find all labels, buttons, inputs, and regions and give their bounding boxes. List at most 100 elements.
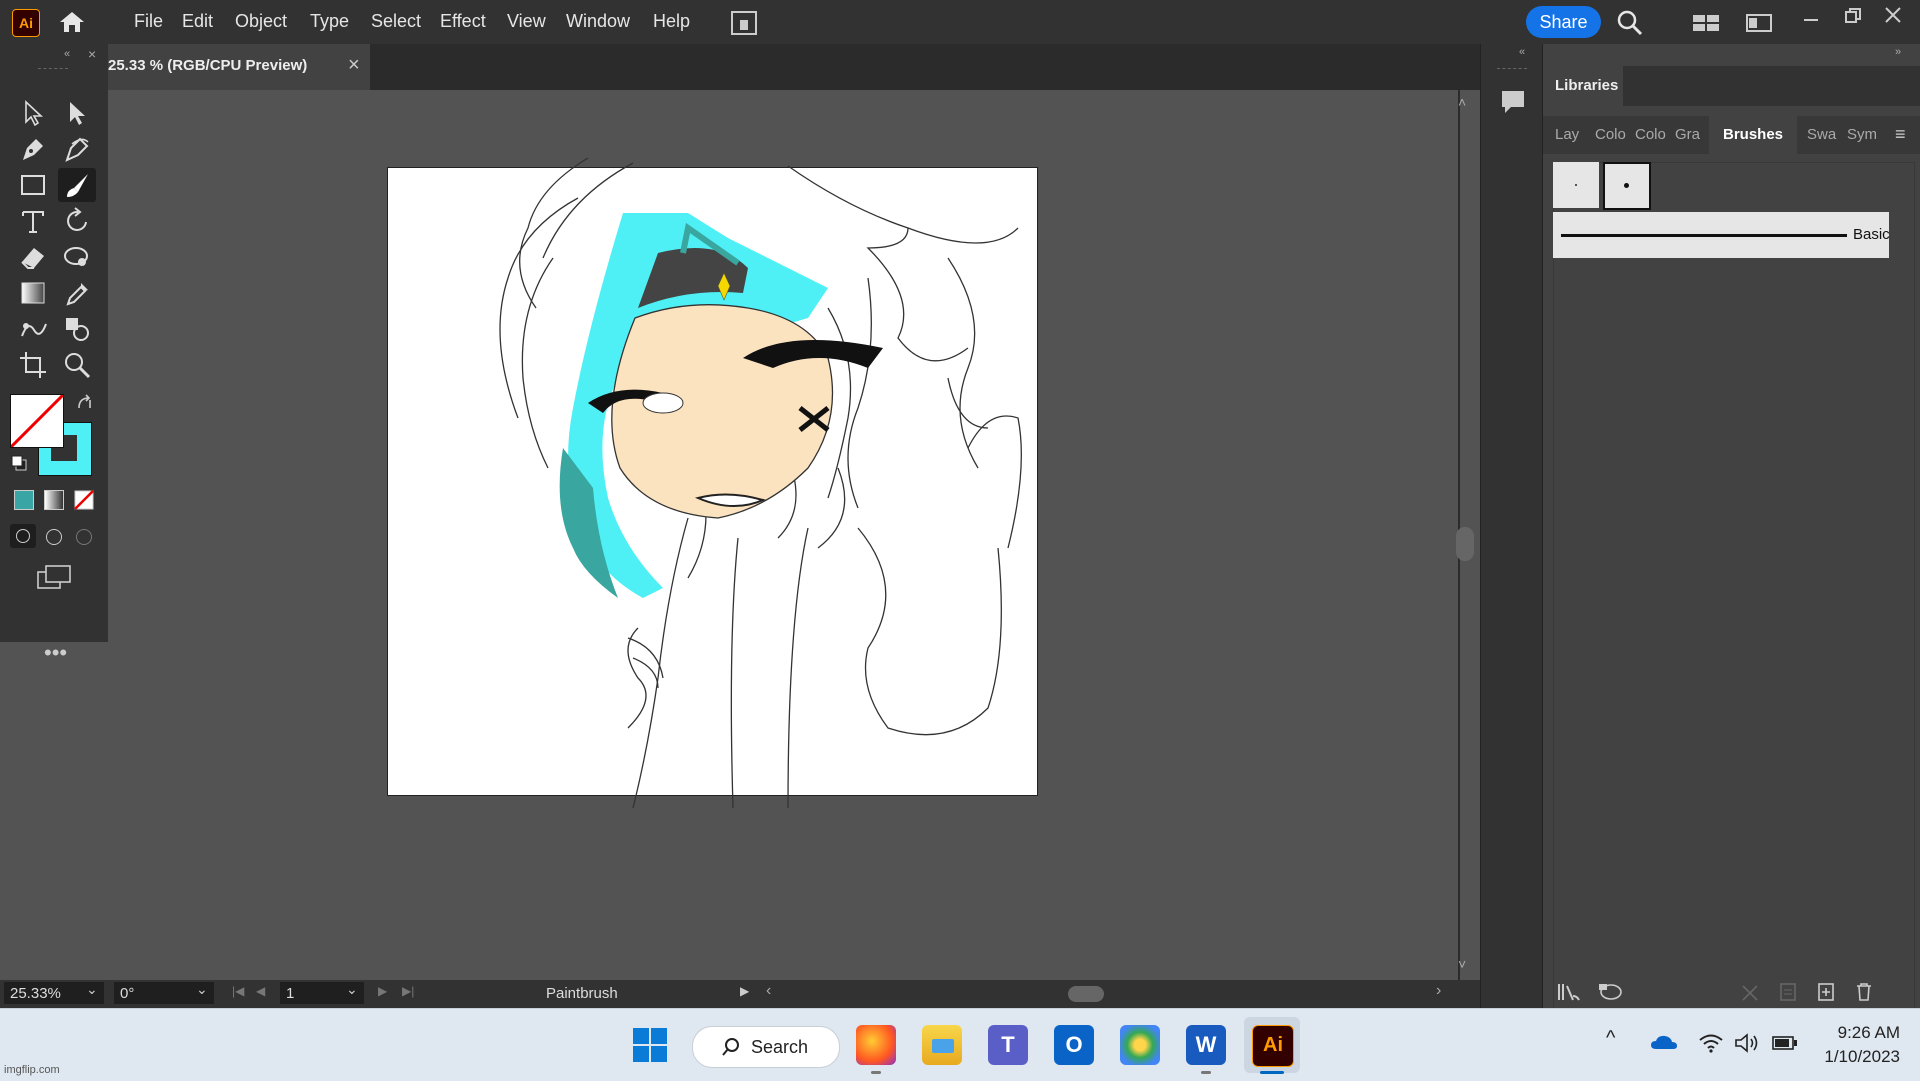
fill-swatch[interactable] <box>10 394 64 448</box>
curvature-tool-icon[interactable] <box>62 134 92 164</box>
outlook-icon[interactable]: O <box>1054 1025 1094 1065</box>
tab-symbols[interactable]: Sym <box>1847 116 1877 154</box>
change-screen-mode-icon[interactable] <box>36 564 72 590</box>
edit-toolbar-icon[interactable]: ••• <box>44 642 67 664</box>
panel-grip[interactable] <box>38 68 68 73</box>
app-logo[interactable]: Ai <box>12 9 40 37</box>
close-toolbar-icon[interactable]: × <box>88 46 96 62</box>
menu-help[interactable]: Help <box>653 11 690 32</box>
rotation-dropdown-icon[interactable]: ⌄ <box>196 981 208 998</box>
vertical-scrollbar-thumb[interactable] <box>1456 527 1474 561</box>
libraries-tab[interactable]: Libraries <box>1543 66 1623 106</box>
tab-color[interactable]: Colo <box>1595 116 1626 154</box>
eraser-tool-icon[interactable] <box>18 242 48 272</box>
direct-selection-tool-icon[interactable] <box>62 98 92 128</box>
brush-libraries-icon[interactable] <box>1557 982 1581 1002</box>
brush-swatch-selected[interactable] <box>1603 162 1651 210</box>
paint-icon[interactable] <box>1120 1025 1160 1065</box>
clock-time[interactable]: 9:26 AM <box>1828 1023 1900 1043</box>
scroll-down-icon[interactable]: ˅ <box>1458 956 1478 972</box>
shape-builder-tool-icon[interactable] <box>62 314 92 344</box>
last-artboard-icon[interactable]: ▶| <box>402 984 414 998</box>
swap-fill-stroke-icon[interactable] <box>76 394 94 412</box>
clock-date[interactable]: 1/10/2023 <box>1812 1047 1900 1067</box>
artboard[interactable] <box>387 157 1038 809</box>
gradient-mode-icon[interactable] <box>44 490 64 510</box>
artboard-dropdown-icon[interactable]: ⌄ <box>346 981 358 998</box>
status-menu-arrow-icon[interactable]: ▶ <box>740 984 749 998</box>
cc-libraries-icon[interactable] <box>1597 982 1623 1002</box>
selection-tool-icon[interactable] <box>18 98 48 128</box>
next-artboard-icon[interactable]: ▶ <box>378 984 387 998</box>
zoom-dropdown-icon[interactable]: ⌄ <box>86 981 98 998</box>
tab-brushes[interactable]: Brushes <box>1709 116 1797 154</box>
tab-layers[interactable]: Lay <box>1555 116 1579 154</box>
draw-normal-icon[interactable] <box>10 524 36 548</box>
minimize-button[interactable] <box>1802 6 1822 36</box>
gradient-tool-icon[interactable] <box>18 278 48 308</box>
volume-icon[interactable] <box>1734 1033 1760 1053</box>
search-icon[interactable] <box>1617 10 1643 36</box>
home-icon[interactable] <box>58 10 86 34</box>
illustrator-taskbar-icon[interactable]: Ai <box>1252 1025 1294 1067</box>
tab-gradient[interactable]: Gra <box>1675 116 1700 154</box>
draw-behind-icon[interactable] <box>46 529 62 545</box>
document-close-icon[interactable]: × <box>348 54 360 77</box>
new-brush-icon[interactable] <box>1817 982 1835 1002</box>
paintbrush-tool-icon[interactable] <box>62 170 92 200</box>
menu-select[interactable]: Select <box>371 11 421 32</box>
comments-icon[interactable] <box>1499 88 1527 116</box>
workspace-switcher-icon[interactable] <box>1692 12 1720 34</box>
document-tab[interactable]: 25.33 % (RGB/CPU Preview) × <box>108 44 370 90</box>
expand-panels-icon[interactable]: » <box>1895 46 1901 58</box>
scroll-left-icon[interactable]: ‹ <box>766 982 771 1000</box>
width-tool-icon[interactable] <box>62 242 92 272</box>
restore-icon[interactable] <box>1844 7 1862 25</box>
none-mode-icon[interactable] <box>74 490 94 510</box>
rotate-tool-icon[interactable] <box>62 206 92 236</box>
type-tool-icon[interactable] <box>18 206 48 236</box>
scroll-right-icon[interactable]: › <box>1436 982 1441 1000</box>
menu-effect[interactable]: Effect <box>440 11 486 32</box>
horizontal-scrollbar-thumb[interactable] <box>1068 986 1104 1002</box>
brush-swatch-small[interactable] <box>1553 162 1599 208</box>
artboard-tool-icon[interactable] <box>18 350 48 380</box>
delete-brush-icon[interactable] <box>1855 982 1873 1002</box>
share-button[interactable]: Share <box>1526 6 1601 38</box>
remove-brush-stroke-icon[interactable] <box>1741 984 1759 1002</box>
collapse-dock-icon[interactable]: « <box>1519 46 1525 58</box>
menu-type[interactable]: Type <box>310 11 349 32</box>
menu-object[interactable]: Object <box>235 11 287 32</box>
zoom-tool-icon[interactable] <box>62 350 92 380</box>
menu-view[interactable]: View <box>507 11 546 32</box>
battery-icon[interactable] <box>1772 1035 1798 1051</box>
previous-artboard-icon[interactable]: ◀ <box>256 984 265 998</box>
brush-basic-row[interactable]: Basic <box>1553 212 1890 258</box>
start-button-icon[interactable] <box>632 1027 668 1063</box>
menu-file[interactable]: File <box>134 11 163 32</box>
brush-options-icon[interactable] <box>1779 982 1797 1002</box>
file-explorer-icon[interactable] <box>922 1025 962 1065</box>
rectangle-tool-icon[interactable] <box>18 170 48 200</box>
first-artboard-icon[interactable]: |◀ <box>232 984 244 998</box>
wifi-icon[interactable] <box>1698 1033 1724 1053</box>
draw-inside-icon[interactable] <box>76 529 92 545</box>
taskbar-search[interactable]: Search <box>692 1026 840 1068</box>
word-icon[interactable]: W <box>1186 1025 1226 1065</box>
pen-tool-icon[interactable] <box>18 134 48 164</box>
firefox-icon[interactable] <box>856 1025 896 1065</box>
arrange-documents-icon[interactable] <box>730 10 758 36</box>
collapse-toolbar-icon[interactable]: « <box>64 48 70 60</box>
puppet-warp-tool-icon[interactable] <box>18 314 48 344</box>
color-mode-icon[interactable] <box>14 490 34 510</box>
onedrive-icon[interactable] <box>1650 1033 1678 1051</box>
menu-window[interactable]: Window <box>566 11 630 32</box>
scroll-up-icon[interactable]: ˄ <box>1458 94 1478 110</box>
menu-edit[interactable]: Edit <box>182 11 213 32</box>
eyedropper-tool-icon[interactable] <box>62 278 92 308</box>
teams-icon[interactable]: T <box>988 1025 1028 1065</box>
show-hidden-icons-icon[interactable]: ^ <box>1606 1027 1615 1050</box>
tab-color-guide[interactable]: Colo <box>1635 116 1666 154</box>
default-fill-stroke-icon[interactable] <box>10 454 28 472</box>
tab-swatches[interactable]: Swa <box>1807 116 1836 154</box>
